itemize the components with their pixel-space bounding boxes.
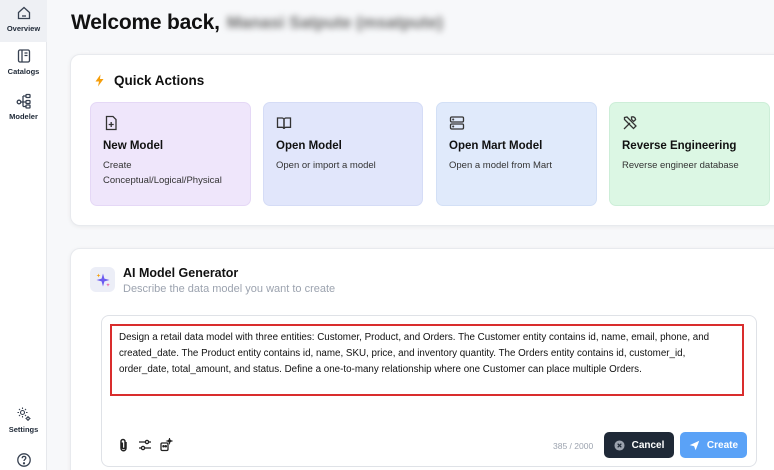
diagram-icon [16,93,31,109]
sidebar-item-help[interactable] [0,452,47,468]
book-icon [17,49,30,63]
sidebar-item-label: Catalogs [7,67,40,76]
tools-icon [623,116,637,130]
cancel-label: Cancel [631,439,665,451]
help-icon [16,453,31,467]
sparkle-icon-box [90,267,115,292]
tile-title: Open Mart Model [449,140,543,152]
sidebar-item-label: Modeler [9,112,38,121]
sparkle-icon [96,273,110,287]
sidebar-item-catalogs[interactable]: Catalogs [0,48,47,76]
quick-actions-title: Quick Actions [114,73,205,88]
ai-generator-subtitle: Describe the data model you want to crea… [123,283,336,295]
sidebar-item-settings[interactable]: Settings [0,406,47,434]
cancel-button[interactable]: Cancel [604,432,674,458]
quick-actions-header: Quick Actions [94,73,204,88]
welcome-text: Welcome back, [71,11,220,34]
gear-icon [17,407,30,421]
tile-description: Open or import a model [276,160,376,171]
open-book-icon [276,117,292,130]
page-title: Welcome back, Manasi Satpute (msatpute) [71,8,443,38]
new-model-tile[interactable]: New Model Create Conceptual/Logical/Phys… [90,102,251,206]
sliders-icon[interactable] [138,438,152,452]
create-label: Create [706,439,739,451]
tile-title: Reverse Engineering [622,140,737,152]
tile-description: Create Conceptual/Logical/Physical [103,160,222,186]
magic-wand-icon[interactable] [159,438,173,452]
file-plus-icon [105,115,117,131]
sidebar-item-overview[interactable]: Overview [0,0,47,42]
lightning-icon [95,74,104,87]
character-counter: 385 / 2000 [553,441,594,451]
cancel-icon [614,439,625,451]
sidebar-item-modeler[interactable]: Modeler [0,93,47,121]
username: Manasi Satpute (msatpute) [226,13,444,32]
create-button[interactable]: Create [680,432,747,458]
quick-actions-card: Quick Actions New Model Create Conceptua… [70,54,774,226]
tile-description: Reverse engineer database [622,160,739,171]
server-icon [449,116,465,130]
ai-generator-card: AI Model Generator Describe the data mod… [70,248,774,470]
tile-title: New Model [103,140,164,152]
prompt-box: Design a retail data model with three en… [101,315,757,467]
home-icon [17,6,30,20]
reverse-engineering-tile[interactable]: Reverse Engineering Reverse engineer dat… [609,102,770,206]
tile-title: Open Model [276,140,342,152]
open-model-tile[interactable]: Open Model Open or import a model [263,102,423,206]
tile-description: Open a model from Mart [449,160,552,171]
ai-generator-title: AI Model Generator [123,266,239,280]
paperclip-icon[interactable] [117,438,131,452]
open-mart-model-tile[interactable]: Open Mart Model Open a model from Mart [436,102,597,206]
prompt-textarea[interactable]: Design a retail data model with three en… [110,324,744,396]
sidebar-item-label: Settings [8,425,39,434]
sidebar: Overview Catalogs Modeler Settings [0,0,47,470]
sidebar-item-label: Overview [6,24,41,33]
send-icon [689,440,700,450]
